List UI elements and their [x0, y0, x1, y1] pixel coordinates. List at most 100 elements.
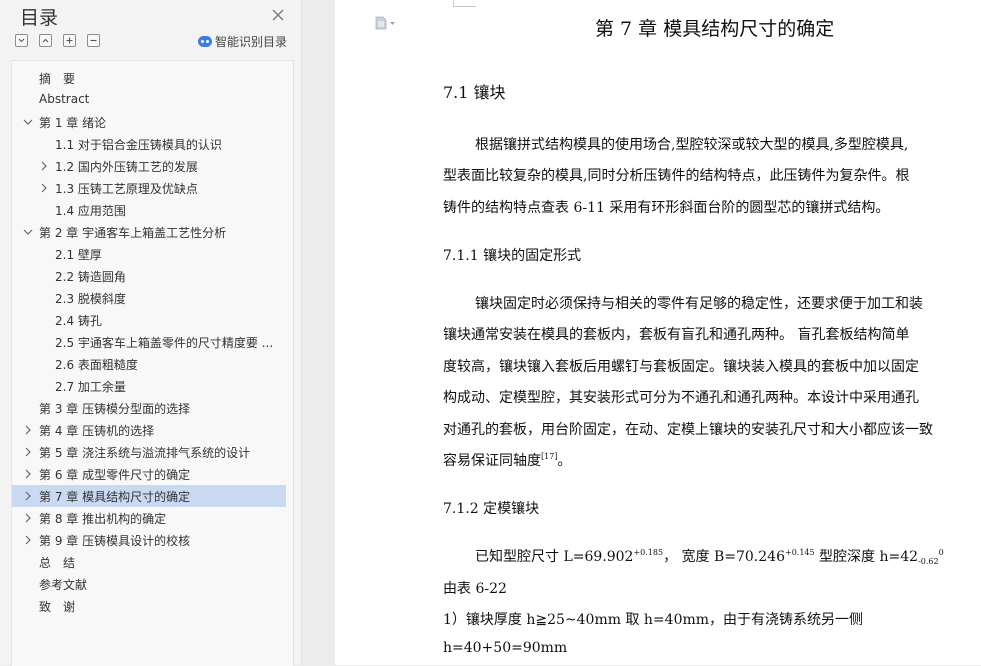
document-area[interactable]: 第 7 章 模具结构尺寸的确定 7.1 镶块 根据镶拼式结构模具的使用场合,型腔… — [302, 0, 981, 665]
chevron-right-icon[interactable] — [22, 424, 34, 436]
toc-item-chapter-3[interactable]: 第 3 章 压铸模分型面的选择 — [12, 397, 286, 419]
document-page[interactable]: 第 7 章 模具结构尺寸的确定 7.1 镶块 根据镶拼式结构模具的使用场合,型腔… — [335, 0, 981, 665]
toc-item-chapter-4[interactable]: 第 4 章 压铸机的选择 — [12, 419, 286, 441]
toc-title: 目录 — [20, 7, 59, 29]
paragraph-line: 1）镶块厚度 h≧25~40mm 取 h=40mm，由于有浇铸系统另一侧 — [443, 612, 864, 628]
toc-item-label: 摘 要 — [39, 72, 76, 86]
paragraph-line: 已知型腔尺寸 L=69.902+0.185， 宽度 B=70.246+0.145… — [475, 546, 944, 566]
tolerance-sup: +0.185 — [633, 548, 664, 557]
paragraph-text: 已知型腔尺寸 L=69.902 — [475, 549, 634, 565]
paragraph-line: 根据镶拼式结构模具的使用场合,型腔较深或较大型的模具,多型腔模具, — [475, 137, 909, 153]
toc-item-label: 第 9 章 压铸模具设计的校核 — [39, 534, 191, 548]
toc-item-label: 总 结 — [39, 556, 76, 570]
paragraph-line: 型表面比较复杂的模具,同时分析压铸件的结构特点，此压铸件为复杂件。根 — [443, 168, 910, 184]
toc-item-abstract-en[interactable]: Abstract — [12, 89, 286, 111]
paragraph-text: 。 — [557, 453, 572, 469]
chapter-title: 第 7 章 模具结构尺寸的确定 — [595, 18, 835, 40]
toc-item-1-3[interactable]: 1.3 压铸工艺原理及优缺点 — [12, 177, 286, 199]
paragraph-text: 型腔深度 h=42 — [814, 549, 919, 565]
toc-item-1-1[interactable]: 1.1 对于铝合金压铸模具的认识 — [12, 133, 286, 155]
toc-item-label: 致 谢 — [39, 600, 76, 614]
toc-item-chapter-2[interactable]: 第 2 章 宇通客车上箱盖工艺性分析 — [12, 221, 286, 243]
toc-item-2-2[interactable]: 2.2 铸造圆角 — [12, 265, 286, 287]
chevron-right-icon[interactable] — [22, 468, 34, 480]
tolerance-sup: +0.145 — [784, 548, 815, 557]
toc-item-2-5[interactable]: 2.5 宇通客车上箱盖零件的尺寸精度要 ... — [12, 331, 286, 353]
toc-item-label: 第 6 章 成型零件尺寸的确定 — [39, 468, 191, 482]
document-icon — [375, 16, 387, 30]
toc-item-chapter-5[interactable]: 第 5 章 浇注系统与溢流排气系统的设计 — [12, 441, 286, 463]
paragraph-line: 构成动、定模型腔，其安装形式可分为不通孔和通孔两种。本设计中采用通孔 — [443, 390, 919, 406]
citation-ref[interactable]: [17] — [541, 452, 557, 461]
section-heading-7-1-1: 7.1.1 镶块的固定形式 — [443, 248, 582, 264]
toc-item-label: 2.7 加工余量 — [55, 380, 126, 394]
toc-item-2-6[interactable]: 2.6 表面粗糙度 — [12, 353, 286, 375]
toc-item-2-1[interactable]: 2.1 壁厚 — [12, 243, 286, 265]
section-heading-7-1: 7.1 镶块 — [443, 83, 506, 102]
toc-item-label: 2.4 铸孔 — [55, 314, 102, 328]
smart-recognize-label: 智能识别目录 — [215, 35, 288, 49]
collapse-all-icon[interactable] — [39, 34, 52, 47]
paragraph-text: 容易保证同轴度 — [443, 453, 541, 469]
toc-item-label: 2.2 铸造圆角 — [55, 270, 126, 284]
toc-item-label: 第 8 章 推出机构的确定 — [39, 512, 167, 526]
paragraph-line: 镶块固定时必须保持与相关的零件有足够的稳定性，还要求便于加工和装 — [475, 296, 923, 312]
toc-item-2-7[interactable]: 2.7 加工余量 — [12, 375, 286, 397]
close-icon[interactable] — [269, 6, 287, 24]
toc-item-1-4[interactable]: 1.4 应用范围 — [12, 199, 286, 221]
toc-item-2-4[interactable]: 2.4 铸孔 — [12, 309, 286, 331]
toc-item-chapter-6[interactable]: 第 6 章 成型零件尺寸的确定 — [12, 463, 286, 485]
toc-item-chapter-7[interactable]: 第 7 章 模具结构尺寸的确定 — [12, 485, 286, 507]
toc-item-label: 第 7 章 模具结构尺寸的确定 — [39, 490, 191, 504]
toc-item-label: 1.3 压铸工艺原理及优缺点 — [55, 182, 198, 196]
toc-item-references[interactable]: 参考文献 — [12, 573, 286, 595]
toc-item-2-3[interactable]: 2.3 脱模斜度 — [12, 287, 286, 309]
toc-item-label: 1.2 国内外压铸工艺的发展 — [55, 160, 198, 174]
toc-item-label: 1.1 对于铝合金压铸模具的认识 — [55, 138, 222, 152]
paragraph-line: 度较高，镶块镶入套板后用螺钉与套板固定。镶块装入模具的套板中加以固定 — [443, 359, 919, 375]
paragraph-line: 对通孔的套板，用台阶固定，在动、定模上镶块的安装孔尺寸和大小都应该一致 — [443, 422, 933, 438]
paragraph-line: 容易保证同轴度[17]。 — [443, 450, 571, 470]
caret-down-icon — [390, 21, 395, 25]
paragraph-line: 由表 6-22 — [443, 581, 507, 597]
toc-item-1-2[interactable]: 1.2 国内外压铸工艺的发展 — [12, 155, 286, 177]
tolerance-sub: -0.62 — [918, 557, 939, 566]
toc-item-label: 第 4 章 压铸机的选择 — [39, 424, 155, 438]
toc-list: 摘 要 Abstract 第 1 章 绪论 1.1 对于铝合金压铸模具的认识 1… — [11, 60, 294, 666]
paragraph-line: h=40+50=90mm — [443, 640, 568, 656]
section-heading-7-1-2: 7.1.2 定模镶块 — [443, 501, 540, 517]
toc-item-label: 2.3 脱模斜度 — [55, 292, 126, 306]
toc-item-label: 1.4 应用范围 — [55, 204, 126, 218]
chevron-down-icon[interactable] — [22, 226, 34, 238]
chevron-right-icon[interactable] — [22, 490, 34, 502]
remove-heading-icon[interactable] — [87, 34, 100, 47]
toc-item-chapter-1[interactable]: 第 1 章 绪论 — [12, 111, 286, 133]
toc-item-chapter-9[interactable]: 第 9 章 压铸模具设计的校核 — [12, 529, 286, 551]
toc-item-label: 2.5 宇通客车上箱盖零件的尺寸精度要 ... — [55, 336, 274, 350]
smart-recognize-toc-button[interactable]: 智能识别目录 — [198, 33, 287, 50]
chevron-right-icon[interactable] — [22, 446, 34, 458]
toc-item-label: 2.1 壁厚 — [55, 248, 102, 262]
toc-item-label: 第 3 章 压铸模分型面的选择 — [39, 402, 191, 416]
chevron-down-icon[interactable] — [22, 116, 34, 128]
toc-item-label: 第 5 章 浇注系统与溢流排气系统的设计 — [39, 446, 251, 460]
chevron-right-icon[interactable] — [22, 534, 34, 546]
paragraph-line: 铸件的结构特点查表 6-11 采用有环形斜面台阶的圆型芯的镶拼式结构。 — [443, 200, 890, 216]
toc-item-label: 第 1 章 绪论 — [39, 116, 107, 130]
expand-all-icon[interactable] — [15, 34, 28, 47]
toc-item-label: 2.6 表面粗糙度 — [55, 358, 138, 372]
toc-item-summary[interactable]: 总 结 — [12, 551, 286, 573]
paragraph-menu-button[interactable] — [375, 16, 396, 30]
tolerance-sup: 0 — [938, 548, 944, 557]
toc-panel: 目录 智能识别目录 摘 要 Abstract 第 1 章 绪论 1.1 对于铝合… — [0, 0, 302, 666]
chevron-right-icon[interactable] — [38, 182, 50, 194]
add-heading-icon[interactable] — [63, 34, 76, 47]
chevron-right-icon[interactable] — [38, 160, 50, 172]
toc-item-abstract-cn[interactable]: 摘 要 — [12, 67, 286, 89]
chevron-right-icon[interactable] — [22, 512, 34, 524]
ai-assistant-icon — [198, 36, 212, 47]
toc-item-label: 参考文献 — [39, 578, 88, 592]
paragraph-line: 镶块通常安装在模具的套板内，套板有盲孔和通孔两种。 盲孔套板结构简单 — [443, 327, 910, 343]
toc-item-chapter-8[interactable]: 第 8 章 推出机构的确定 — [12, 507, 286, 529]
toc-item-acknowledgements[interactable]: 致 谢 — [12, 595, 286, 617]
